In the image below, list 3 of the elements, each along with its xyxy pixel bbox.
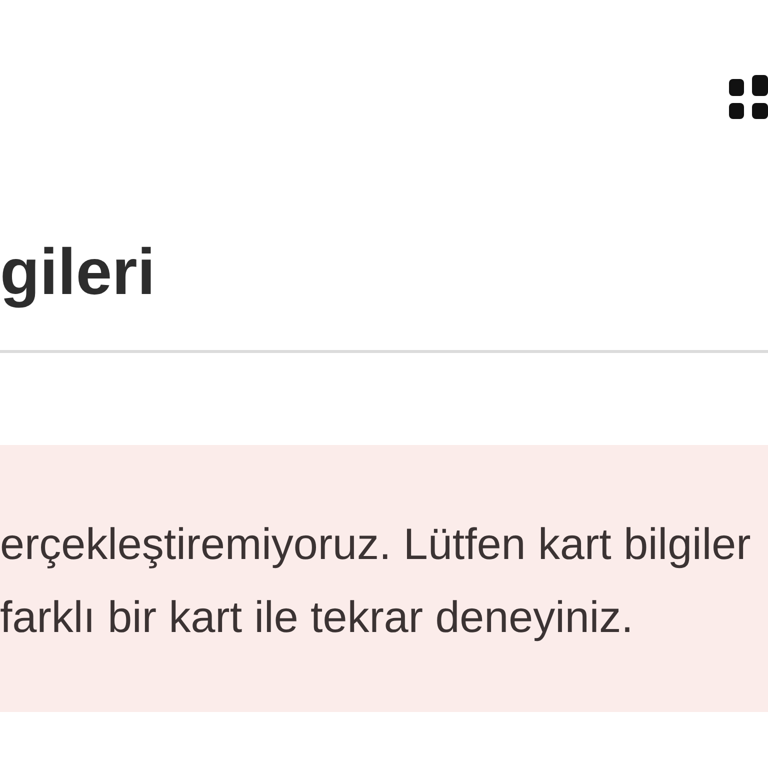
grid-menu-icon[interactable] [729, 75, 768, 119]
page-heading: gileri [0, 234, 156, 309]
alert-message: erçekleştiremiyoruz. Lütfen kart bilgiler farklı bir kart ile tekrar deneyiniz. [0, 519, 751, 644]
